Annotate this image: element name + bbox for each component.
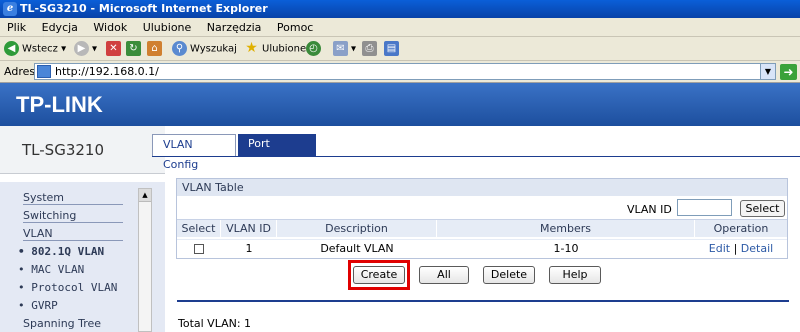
refresh-button[interactable]: ↻ (126, 41, 144, 57)
col-vlan-id: VLAN ID (221, 220, 277, 238)
back-arrow-icon: ◀ (4, 41, 19, 56)
home-icon: ⌂ (147, 41, 162, 56)
nav-protocol-vlan[interactable]: • Protocol VLAN (18, 281, 117, 294)
print-icon: ⎙ (362, 41, 377, 56)
print-button[interactable]: ⎙ (362, 41, 380, 57)
back-label: Wstecz (22, 43, 58, 55)
total-vlan-text: Total VLAN: 1 (178, 317, 252, 330)
mail-icon: ✉ (333, 41, 348, 56)
menu-file[interactable]: Plik (2, 18, 31, 37)
forward-arrow-icon: ▶ (74, 41, 89, 56)
vlan-table-panel: VLAN Table VLAN ID Select Select VLAN ID… (176, 178, 788, 259)
mail-button[interactable]: ✉ ▾ (333, 41, 356, 57)
row-vlan-id: 1 (245, 242, 253, 255)
history-icon: ◴ (306, 41, 321, 56)
favorites-label: Ulubione (262, 43, 307, 55)
nav-divider (23, 222, 123, 223)
edit-page-icon: ▤ (384, 41, 399, 56)
detail-link[interactable]: Detail (741, 242, 773, 255)
search-button[interactable]: ⚲ Wyszukaj (172, 41, 237, 57)
menu-favorites[interactable]: Ulubione (138, 18, 197, 37)
nav-switching[interactable]: Switching (23, 209, 76, 222)
menu-edit[interactable]: Edycja (37, 18, 83, 37)
nav-8021q-vlan[interactable]: • 802.1Q VLAN (18, 245, 104, 258)
star-icon: ★ (245, 40, 258, 56)
window-title: TL-SG3210 - Microsoft Internet Explorer (20, 2, 268, 15)
nav-mac-vlan[interactable]: • MAC VLAN (18, 263, 84, 276)
row-description: Default VLAN (320, 242, 394, 255)
nav-spanning-tree[interactable]: Spanning Tree (23, 317, 101, 330)
search-icon: ⚲ (172, 41, 187, 56)
edit-link[interactable]: Edit (709, 242, 730, 255)
page-icon (37, 65, 51, 78)
menu-help[interactable]: Pomoc (272, 18, 318, 37)
window-titlebar: e TL-SG3210 - Microsoft Internet Explore… (0, 0, 800, 18)
row-members: 1-10 (553, 242, 579, 255)
router-header: TP-LINK (0, 83, 800, 126)
create-button[interactable]: Create (353, 266, 405, 284)
left-panel: TL-SG3210 System Switching VLAN • 802.1Q… (0, 126, 165, 332)
nav-divider (23, 240, 123, 241)
address-dropdown-icon[interactable]: ▼ (760, 64, 775, 79)
vlan-id-label: VLAN ID (627, 203, 672, 216)
favorites-button[interactable]: ★ Ulubione (244, 41, 306, 57)
back-button[interactable]: ◀ Wstecz ▾ (4, 41, 66, 57)
vlan-id-input[interactable] (677, 199, 732, 216)
model-name: TL-SG3210 (0, 126, 165, 174)
col-select: Select (177, 220, 221, 238)
stop-icon: ✕ (106, 41, 121, 56)
tab-vlan-config[interactable]: VLAN Config (152, 134, 236, 171)
operation-separator: | (730, 242, 741, 255)
table-row: 1 Default VLAN 1-10 Edit | Detail (177, 239, 787, 257)
nav-gvrp[interactable]: • GVRP (18, 299, 58, 312)
refresh-icon: ↻ (126, 41, 141, 56)
edit-page-button[interactable]: ▤ (384, 41, 402, 57)
address-url: http://192.168.0.1/ (55, 65, 159, 78)
select-button[interactable]: Select (740, 200, 785, 217)
col-members: Members (437, 220, 695, 238)
search-label: Wyszukaj (190, 43, 237, 55)
menu-view[interactable]: Widok (88, 18, 132, 37)
col-description: Description (277, 220, 437, 238)
address-label: Adres (4, 65, 36, 78)
section-divider (177, 300, 789, 302)
table-header: Select VLAN ID Description Members Opera… (177, 219, 787, 238)
nav-divider (23, 204, 123, 205)
nav-vlan[interactable]: VLAN (23, 227, 53, 240)
tab-port-config[interactable]: Port Config (238, 134, 316, 170)
browser-toolbar: ◀ Wstecz ▾ ▶ ▾ ✕ ↻ ⌂ ⚲ Wyszukaj ★ Ulubione ◴… (0, 37, 800, 61)
col-operation: Operation (713, 222, 769, 235)
forward-button[interactable]: ▶ ▾ (74, 41, 97, 57)
address-input[interactable]: http://192.168.0.1/ ▼ (34, 63, 776, 80)
row-operation: Edit | Detail (695, 240, 787, 258)
menu-bar: Plik Edycja Widok Ulubione Narzędzia Pom… (0, 18, 800, 37)
tab-bar: VLAN Config Port Config (152, 134, 800, 171)
vlan-table-title: VLAN Table (177, 179, 787, 196)
help-button[interactable]: Help (549, 266, 601, 284)
ie-logo-icon: e (3, 2, 17, 16)
delete-button[interactable]: Delete (483, 266, 535, 284)
menu-tools[interactable]: Narzędzia (202, 18, 267, 37)
stop-button[interactable]: ✕ (106, 41, 124, 57)
history-button[interactable]: ◴ (306, 41, 324, 57)
go-arrow-icon[interactable]: ➜ (780, 64, 797, 80)
address-bar: Adres http://192.168.0.1/ ▼ ➜ (0, 61, 800, 83)
nav-panel: System Switching VLAN • 802.1Q VLAN • MA… (0, 182, 165, 332)
home-button[interactable]: ⌂ (147, 41, 165, 57)
all-button[interactable]: All (419, 266, 469, 284)
scroll-up-icon[interactable]: ▲ (139, 189, 151, 202)
tplink-logo: TP-LINK (16, 92, 103, 117)
nav-scrollbar[interactable]: ▲ (138, 188, 152, 332)
nav-system[interactable]: System (23, 191, 64, 204)
row-checkbox[interactable] (194, 244, 204, 254)
